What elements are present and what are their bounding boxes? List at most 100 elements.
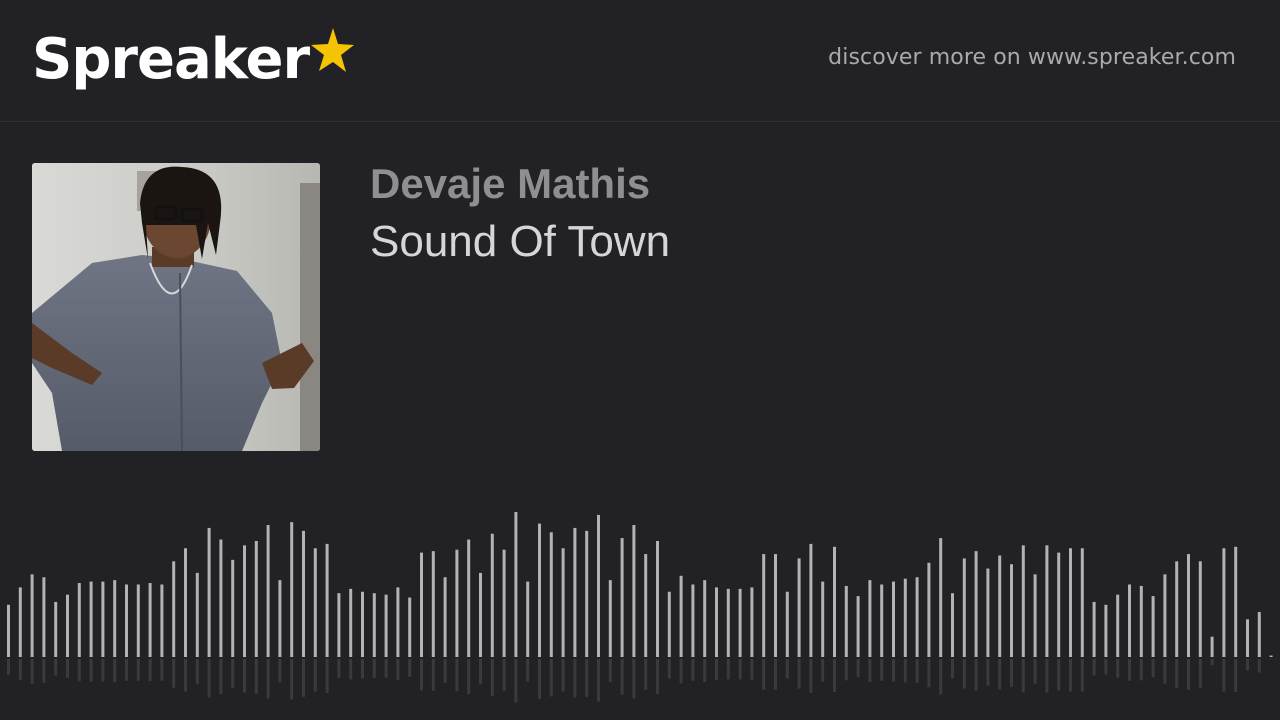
waveform-bar [1151,596,1155,657]
waveform-bar-reflection [1033,659,1037,684]
waveform-bar-reflection [951,659,954,679]
waveform-bar [549,532,553,657]
waveform-bar-reflection [1139,659,1143,681]
waveform-bar-reflection [986,659,990,686]
waveform-bar [420,552,423,657]
waveform-bar-reflection [1163,659,1167,684]
waveform-bar [1210,636,1214,657]
waveform-bar-reflection [856,659,860,678]
waveform-bar-reflection [1257,659,1261,673]
waveform-bar-reflection [608,659,612,683]
waveform-bar-reflection [962,659,966,689]
waveform-bar [502,549,506,657]
waveform-bar [443,577,447,657]
waveform-bar [1057,552,1061,657]
waveform-bar [1128,584,1131,657]
waveform-bar-reflection [361,659,364,679]
author-name[interactable]: Devaje Mathis [370,160,650,208]
waveform-bar-reflection [1222,659,1226,692]
waveform-bar-reflection [172,659,176,688]
waveform-bar [254,541,258,657]
waveform-bar [538,523,541,657]
waveform-bar-reflection [443,659,447,683]
waveform-bar [361,591,364,657]
waveform-bar-reflection [372,659,376,679]
waveform-bar-reflection [797,659,801,689]
waveform-bar-reflection [738,659,742,680]
waveform-bar-reflection [679,659,683,684]
waveform-bar [573,527,577,657]
waveform-bar [809,543,813,657]
audio-waveform[interactable] [0,500,1280,720]
waveform-bar [785,591,789,657]
waveform-bar-reflection [632,659,636,699]
waveform-bar [762,554,766,657]
waveform-bar [54,601,58,657]
waveform-bar [1257,612,1261,657]
waveform-bar [998,555,1002,657]
waveform-bar [89,581,93,657]
waveform-bar-reflection [526,659,530,682]
waveform-bar [974,551,978,657]
waveform-bar-reflection [349,659,353,680]
waveform-bar-reflection [1116,659,1120,678]
waveform-bar-reflection [892,659,895,682]
waveform-bar-reflection [561,659,565,692]
waveform-bar [337,593,341,657]
waveform-bar-reflection [903,659,907,683]
waveform-bar-reflection [538,659,541,700]
waveform-bar [278,580,282,657]
waveform-bar-reflection [974,659,978,691]
waveform-bar [77,583,81,657]
waveform-bar-reflection [1104,659,1108,675]
spreaker-logo[interactable]: Spreaker [32,20,355,100]
waveform-bar-reflection [479,659,482,685]
waveform-bar [656,541,659,657]
waveform-bar-reflection [1234,659,1238,693]
waveform-bar [408,597,412,657]
waveform-bar-reflection [1080,659,1084,692]
waveform-bar [490,533,494,657]
episode-cover-image [32,163,320,451]
waveform-bar [526,581,530,657]
waveform-bar [184,548,187,657]
waveform-bar [467,539,471,657]
discover-more-link[interactable]: discover more on www.spreaker.com [828,45,1236,70]
waveform-bar-reflection [18,659,22,680]
waveform-bar [1139,585,1143,657]
waveform-bar-reflection [30,659,34,684]
waveform-bar-reflection [821,659,825,682]
star-icon [311,28,355,72]
waveform-bar-reflection [125,659,128,681]
waveform-bar [1116,594,1120,657]
waveform-bar [939,538,943,657]
waveform-bar [1269,655,1273,657]
waveform-bar [313,548,317,657]
waveform-bar [986,568,990,657]
waveform-bar-reflection [455,659,459,692]
waveform-bar [844,585,848,657]
waveform-bar-reflection [585,659,589,697]
waveform-bar [1092,601,1096,657]
waveform-bar [243,545,246,657]
waveform-bar [1069,548,1072,657]
waveform-bar [1104,604,1108,657]
waveform-bar [231,559,235,657]
waveform-bar [632,525,636,657]
waveform-bar-reflection [939,659,943,695]
waveform-bar-reflection [101,659,105,682]
waveform-bar [726,588,730,657]
waveform-bar [915,577,919,657]
waveform-bar [384,594,388,657]
waveform-bar-reflection [1175,659,1179,688]
waveform-bar [349,588,353,657]
waveform-bar-reflection [620,659,624,695]
waveform-bar [1187,554,1190,657]
waveform-bar [113,580,117,657]
waveform-bar-reflection [750,659,754,680]
waveform-bar-reflection [1187,659,1190,690]
waveform-bar-reflection [868,659,872,683]
waveform-bar [868,580,872,657]
waveform-bar-reflection [1057,659,1061,691]
waveform-bar [172,561,176,657]
